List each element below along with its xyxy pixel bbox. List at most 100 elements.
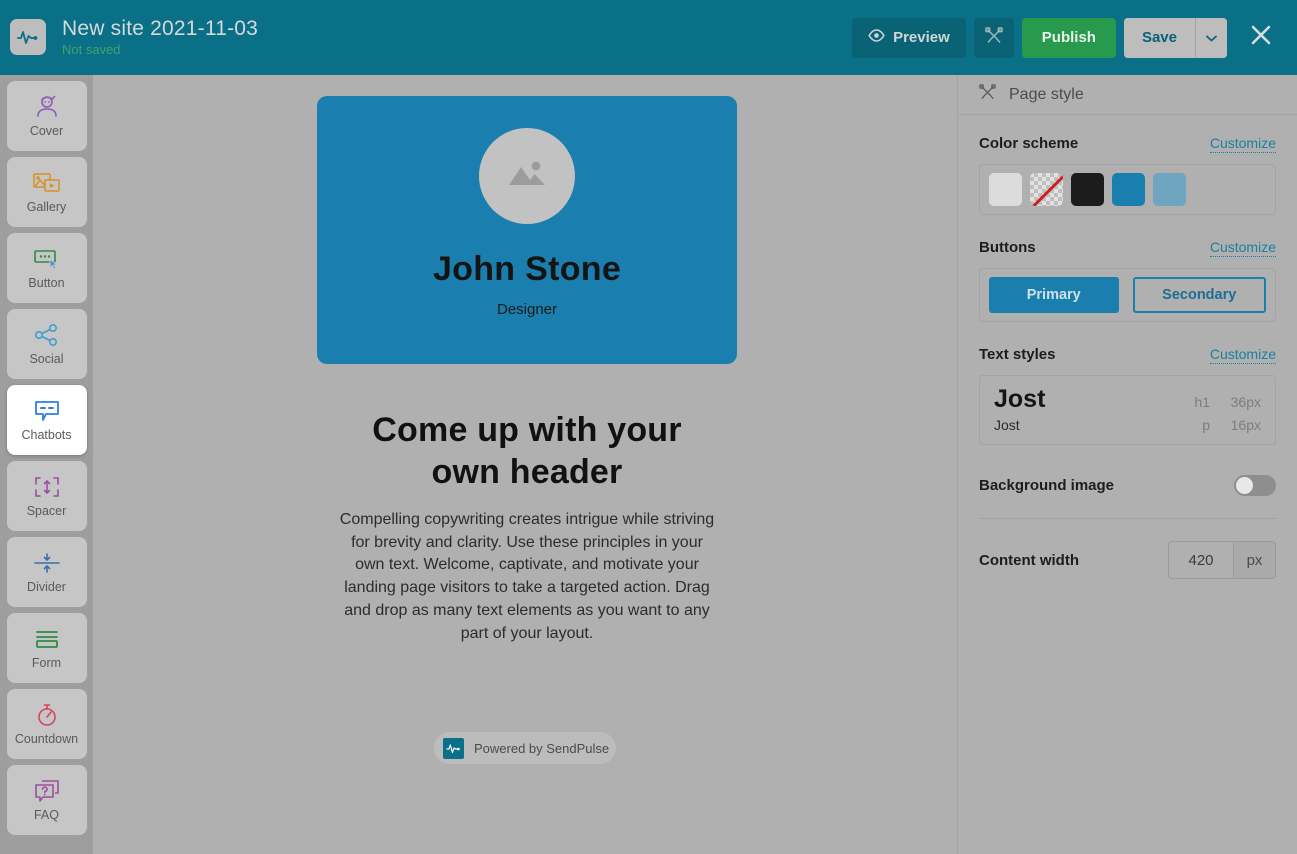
- spacer-arrows-icon: [32, 474, 62, 500]
- sidebar-item-label: Social: [29, 352, 64, 366]
- divider-arrows-icon: [32, 550, 62, 576]
- text-style-p-sample: Jost: [994, 417, 1020, 433]
- sidebar-item-label: Countdown: [14, 732, 79, 746]
- close-button[interactable]: [1239, 16, 1283, 60]
- headline-text[interactable]: Come up with your own header: [337, 410, 717, 494]
- text-styles-customize-link[interactable]: Customize: [1209, 346, 1276, 364]
- eye-icon: [868, 29, 885, 46]
- preview-button[interactable]: Preview: [852, 17, 966, 58]
- sidebar-item-form[interactable]: Form: [6, 613, 87, 683]
- top-bar: New site 2021-11-03 Not saved Preview Pu…: [0, 0, 1297, 75]
- color-swatch-list: [979, 164, 1276, 215]
- color-scheme-customize-link[interactable]: Customize: [1209, 135, 1276, 153]
- background-image-row: Background image: [979, 475, 1276, 496]
- faq-question-icon: [32, 778, 62, 804]
- top-bar-actions: Preview Publish Save: [852, 16, 1297, 60]
- cover-person-icon: [32, 94, 62, 120]
- color-swatch-light-gray[interactable]: [989, 173, 1022, 206]
- share-nodes-icon: [32, 322, 62, 348]
- chat-bubble-icon: [32, 398, 62, 424]
- text-style-h1-row: Jost h1 36px: [994, 385, 1261, 414]
- content-width-label: Content width: [979, 551, 1079, 569]
- sidebar-item-label: Spacer: [26, 504, 67, 518]
- button-styles-preview: Primary Secondary: [979, 268, 1276, 322]
- panel-title: Page style: [1009, 85, 1084, 103]
- gallery-media-icon: [32, 170, 62, 196]
- color-swatch-black[interactable]: [1071, 173, 1104, 206]
- page-builder-app: New site 2021-11-03 Not saved Preview Pu…: [0, 0, 1297, 854]
- sidebar-item-label: Button: [28, 276, 65, 290]
- publish-label: Publish: [1041, 29, 1096, 46]
- page-style-panel: Page style Color scheme Customize Button…: [957, 75, 1297, 854]
- save-button[interactable]: Save: [1123, 17, 1195, 58]
- text-styles-header: Text styles Customize: [979, 346, 1276, 364]
- sidebar-item-label: Form: [31, 656, 62, 670]
- sidebar-item-chatbots[interactable]: Chatbots: [6, 385, 87, 455]
- site-title: New site 2021-11-03: [62, 17, 259, 41]
- sidebar-item-social[interactable]: Social: [6, 309, 87, 379]
- crossed-brushes-icon: [984, 26, 1004, 50]
- sidebar-item-divider[interactable]: Divider: [6, 537, 87, 607]
- chevron-down-icon: [1206, 29, 1217, 47]
- save-status: Not saved: [62, 42, 121, 58]
- color-scheme-title: Color scheme: [979, 135, 1079, 152]
- content-width-input[interactable]: [1169, 542, 1233, 578]
- sidebar-item-label: Divider: [27, 580, 66, 594]
- page-canvas[interactable]: John Stone Designer Come up with your ow…: [93, 75, 957, 854]
- sidebar-item-label: Gallery: [26, 200, 67, 214]
- pulse-wave-icon: [10, 19, 46, 56]
- content-width-row: Content width px: [979, 541, 1276, 579]
- panel-header: Page style: [958, 75, 1297, 115]
- crossed-brushes-icon: [978, 83, 997, 107]
- color-swatch-blue[interactable]: [1112, 173, 1145, 206]
- text-style-h1-meta: h1 36px: [1194, 394, 1261, 410]
- sidebar-item-label: Cover: [29, 124, 64, 138]
- text-styles-preview[interactable]: Jost h1 36px Jost p 16px: [979, 375, 1276, 445]
- text-style-p-meta: p 16px: [1194, 417, 1261, 433]
- powered-by-badge[interactable]: Powered by SendPulse: [434, 732, 616, 764]
- button-cursor-icon: [32, 246, 62, 272]
- pulse-wave-icon: [443, 737, 464, 759]
- save-dropdown-button[interactable]: [1195, 17, 1227, 58]
- powered-by-label: Powered by SendPulse: [474, 740, 610, 756]
- color-swatch-light-blue[interactable]: [1153, 173, 1186, 206]
- background-image-label: Background image: [979, 477, 1115, 494]
- avatar[interactable]: [479, 128, 575, 224]
- text-style-p-row: Jost p 16px: [994, 414, 1261, 433]
- sidebar-item-countdown[interactable]: Countdown: [6, 689, 87, 759]
- text-style-h1-size: 36px: [1230, 394, 1261, 410]
- secondary-button-sample[interactable]: Secondary: [1132, 277, 1266, 313]
- color-swatch-transparent[interactable]: [1030, 173, 1063, 206]
- content-width-control: px: [1168, 541, 1276, 579]
- buttons-customize-link[interactable]: Customize: [1209, 239, 1276, 257]
- save-label: Save: [1141, 29, 1177, 46]
- primary-button-sample[interactable]: Primary: [989, 277, 1119, 313]
- sidebar-item-label: FAQ: [33, 808, 59, 822]
- brand-text: New site 2021-11-03 Not saved: [62, 17, 258, 57]
- sidebar-item-button[interactable]: Button: [6, 233, 87, 303]
- text-style-p-tag: p: [1202, 417, 1210, 433]
- form-lines-icon: [32, 626, 62, 652]
- preview-label: Preview: [893, 29, 950, 46]
- buttons-header: Buttons Customize: [979, 239, 1276, 257]
- text-style-p-size: 16px: [1230, 417, 1261, 433]
- body-text[interactable]: Compelling copywriting creates intrigue …: [337, 509, 717, 645]
- save-button-group: Save: [1123, 17, 1227, 58]
- publish-button[interactable]: Publish: [1021, 17, 1116, 58]
- content-width-unit: px: [1233, 542, 1275, 578]
- sidebar-item-cover[interactable]: Cover: [6, 81, 87, 151]
- sidebar-item-gallery[interactable]: Gallery: [6, 157, 87, 227]
- cover-block[interactable]: John Stone Designer: [317, 96, 737, 364]
- panel-body: Color scheme Customize Buttons Customize…: [958, 115, 1297, 579]
- sidebar-item-faq[interactable]: FAQ: [6, 765, 87, 835]
- stopwatch-icon: [32, 702, 62, 728]
- canvas-inner: John Stone Designer Come up with your ow…: [93, 75, 957, 854]
- page-style-toggle-button[interactable]: [973, 17, 1014, 58]
- text-styles-title: Text styles: [979, 346, 1056, 363]
- cover-role[interactable]: Designer: [497, 301, 557, 318]
- background-image-toggle[interactable]: [1234, 475, 1276, 496]
- text-style-h1-sample: Jost: [994, 385, 1046, 413]
- sidebar-item-spacer[interactable]: Spacer: [6, 461, 87, 531]
- widgets-sidebar[interactable]: Cover Gallery Button Social Chatbots Spa…: [0, 75, 93, 854]
- cover-name[interactable]: John Stone: [433, 250, 621, 289]
